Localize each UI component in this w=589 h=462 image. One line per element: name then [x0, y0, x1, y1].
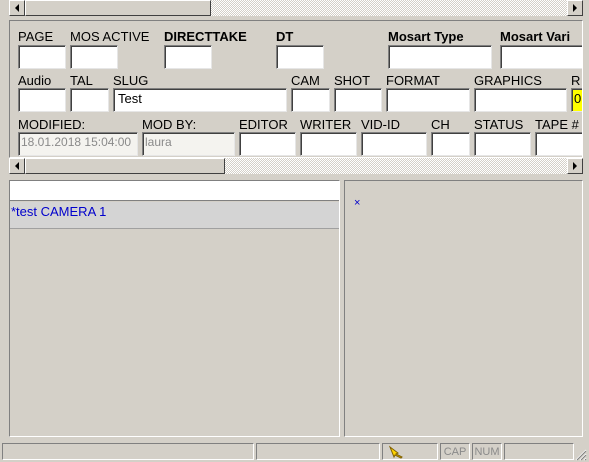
graphics-label: GRAPHICS: [474, 73, 542, 88]
vid-id-field[interactable]: [361, 132, 427, 156]
fields-horizontal-scrollbar[interactable]: [9, 158, 583, 174]
tape-label: TAPE #: [535, 117, 579, 132]
cursor-marker: ×: [354, 197, 361, 209]
story-list-panel: *test CAMERA 1: [9, 180, 340, 437]
mosart-type-label: Mosart Type: [388, 29, 464, 44]
mos-active-field[interactable]: [70, 45, 118, 69]
list-item-label: *test CAMERA 1: [11, 204, 107, 219]
top-horizontal-scrollbar[interactable]: [9, 0, 583, 16]
graphics-field[interactable]: [474, 88, 567, 112]
status-panel-2: [256, 443, 380, 460]
status-panel-icon: [382, 443, 438, 460]
tape-field[interactable]: [535, 132, 582, 156]
ch-label: CH: [431, 117, 450, 132]
directtake-label: DIRECTTAKE: [164, 29, 247, 44]
status-field[interactable]: [474, 132, 531, 156]
arrow-right-icon: [573, 162, 577, 170]
status-label: STATUS: [474, 117, 524, 132]
mod-by-field: laura: [142, 132, 235, 156]
scroll-left-button[interactable]: [9, 0, 25, 16]
mosart-variant-label: Mosart Vari: [500, 29, 571, 44]
status-panel-main: [2, 443, 254, 460]
mosart-type-field[interactable]: [388, 45, 492, 69]
dt-field[interactable]: [276, 45, 324, 69]
tal-field[interactable]: [70, 88, 109, 112]
modified-field: 18.01.2018 15:04:00: [18, 132, 138, 156]
arrow-left-icon: [15, 4, 19, 12]
scroll-left-button[interactable]: [9, 158, 25, 174]
slug-field[interactable]: Test: [113, 88, 287, 112]
caps-lock-indicator: CAP: [440, 443, 470, 460]
arrow-right-icon: [573, 4, 577, 12]
r-field[interactable]: 0: [571, 88, 582, 112]
audio-field[interactable]: [18, 88, 66, 112]
list-header: [10, 181, 339, 201]
format-label: FORMAT: [386, 73, 440, 88]
modified-label: MODIFIED:: [18, 117, 86, 132]
ch-field[interactable]: [431, 132, 470, 156]
arrow-left-icon: [15, 162, 19, 170]
pointing-hand-icon: [389, 445, 403, 459]
r-label: R: [571, 73, 581, 88]
editor-label: EDITOR: [239, 117, 288, 132]
shot-field[interactable]: [334, 88, 382, 112]
scroll-right-button[interactable]: [567, 0, 583, 16]
list-item[interactable]: *test CAMERA 1: [10, 202, 339, 229]
cam-field[interactable]: [291, 88, 330, 112]
editor-field[interactable]: [239, 132, 296, 156]
status-panel-end: [504, 443, 574, 460]
resize-grip-icon[interactable]: [574, 448, 587, 461]
mod-by-label: MOD BY:: [142, 117, 197, 132]
vid-id-label: VID-ID: [361, 117, 400, 132]
scroll-right-button[interactable]: [567, 158, 583, 174]
mosart-variant-field[interactable]: [500, 45, 582, 69]
slug-label: SLUG: [113, 73, 149, 88]
directtake-field[interactable]: [164, 45, 212, 69]
tal-label: TAL: [70, 73, 93, 88]
format-field[interactable]: [386, 88, 470, 112]
shot-label: SHOT: [334, 73, 371, 88]
writer-label: WRITER: [300, 117, 352, 132]
scroll-thumb[interactable]: [25, 0, 211, 16]
audio-label: Audio: [18, 73, 52, 88]
preview-panel: ×: [344, 180, 583, 437]
num-lock-indicator: NUM: [472, 443, 502, 460]
cam-label: CAM: [291, 73, 320, 88]
dt-label: DT: [276, 29, 294, 44]
story-fields-panel: PAGE MOS ACTIVE DIRECTTAKE DT Mosart Typ…: [9, 20, 583, 158]
page-field[interactable]: [18, 45, 66, 69]
mos-active-label: MOS ACTIVE: [70, 29, 150, 44]
scroll-thumb[interactable]: [25, 158, 225, 174]
page-label: PAGE: [18, 29, 54, 44]
writer-field[interactable]: [300, 132, 357, 156]
